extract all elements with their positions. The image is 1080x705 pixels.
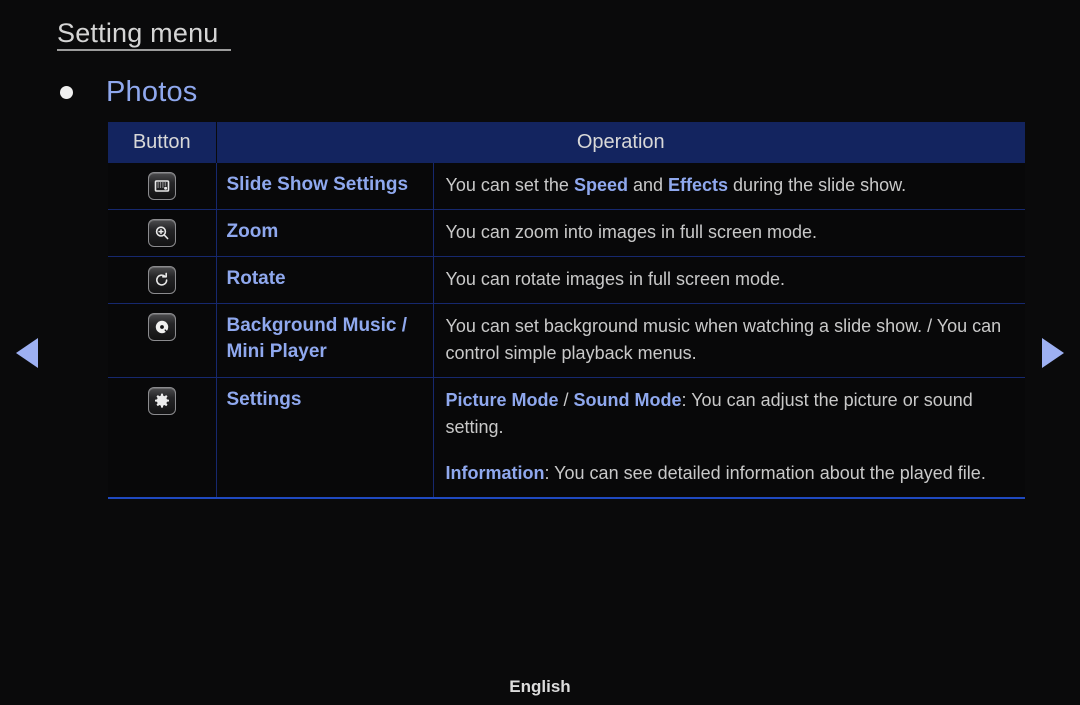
function-name-cell: Slide Show Settings <box>216 163 434 210</box>
bullet-dot-icon <box>60 86 73 99</box>
button-cell <box>108 377 217 499</box>
operation-cell: You can set background music when watchi… <box>433 303 1025 378</box>
slideshow-icon[interactable] <box>147 172 176 200</box>
button-cell <box>108 209 217 257</box>
music-disc-icon[interactable] <box>147 313 176 341</box>
plain-text: during the slide show. <box>728 175 907 195</box>
operation-text: You can rotate images in full screen mod… <box>446 266 1018 293</box>
operation-cell: Picture Mode / Sound Mode: You can adjus… <box>433 377 1025 499</box>
plain-text: You can set the <box>445 175 574 195</box>
operation-text: You can set the Speed and Effects during… <box>446 172 1018 199</box>
previous-page-arrow-icon[interactable] <box>16 338 38 368</box>
table-row: Background Music / Mini Player You can set… <box>108 303 1025 378</box>
tv-help-screen: Setting menu Photos Button Operation Sli… <box>0 0 1080 705</box>
next-page-arrow-icon[interactable] <box>1042 338 1064 368</box>
button-cell <box>108 256 217 304</box>
table-row: Slide Show Settings You can set the Speed… <box>108 163 1025 210</box>
section-heading: Photos <box>60 76 198 109</box>
title-underline <box>57 49 231 51</box>
section-title: Photos <box>106 76 198 108</box>
plain-text: / <box>558 390 574 410</box>
operation-text: You can set background music when watchi… <box>446 313 1018 367</box>
plain-text: You can set background music when watchi… <box>445 316 1002 363</box>
operation-text: You can zoom into images in full screen … <box>446 219 1018 246</box>
function-name-cell: Rotate <box>216 256 434 304</box>
column-header-operation: Operation <box>216 122 1025 163</box>
highlighted-term: Sound Mode <box>573 390 682 410</box>
function-name-cell: Zoom <box>216 209 434 257</box>
function-name-cell: Background Music / Mini Player <box>216 303 434 378</box>
button-cell <box>108 303 217 378</box>
highlighted-term: Information <box>445 463 545 483</box>
language-label: English <box>509 677 571 696</box>
table-body: Slide Show Settings You can set the Speed… <box>108 163 1025 499</box>
table-row: Rotate You can rotate images in full scre… <box>108 256 1025 304</box>
function-name-cell: Settings <box>216 377 434 499</box>
operation-text: Information: You can see detailed inform… <box>446 460 1018 487</box>
gear-icon[interactable] <box>147 387 176 415</box>
column-header-button: Button <box>108 122 217 163</box>
rotate-icon[interactable] <box>147 266 176 294</box>
operation-text: Picture Mode / Sound Mode: You can adjus… <box>446 387 1018 441</box>
operation-cell: You can rotate images in full screen mod… <box>433 256 1025 304</box>
highlighted-term: Speed <box>573 175 628 195</box>
table-header-row: Button Operation <box>108 122 1025 163</box>
highlighted-term: Picture Mode <box>445 390 559 410</box>
operation-cell: You can set the Speed and Effects during… <box>433 163 1025 210</box>
plain-text: and <box>627 175 669 195</box>
plain-text: You can zoom into images in full screen … <box>445 222 818 242</box>
plain-text: You can rotate images in full screen mod… <box>445 269 786 289</box>
operations-table: Button Operation Slide Show Settings You … <box>108 122 1025 499</box>
button-cell <box>108 163 217 210</box>
table-row: Settings Picture Mode / Sound Mode: You c… <box>108 377 1025 499</box>
plain-text: : You can see detailed information about… <box>544 463 986 483</box>
highlighted-term: Effects <box>668 175 729 195</box>
zoom-in-icon[interactable] <box>147 219 176 247</box>
operation-cell: You can zoom into images in full screen … <box>433 209 1025 257</box>
table-row: Zoom You can zoom into images in full scr… <box>108 209 1025 257</box>
